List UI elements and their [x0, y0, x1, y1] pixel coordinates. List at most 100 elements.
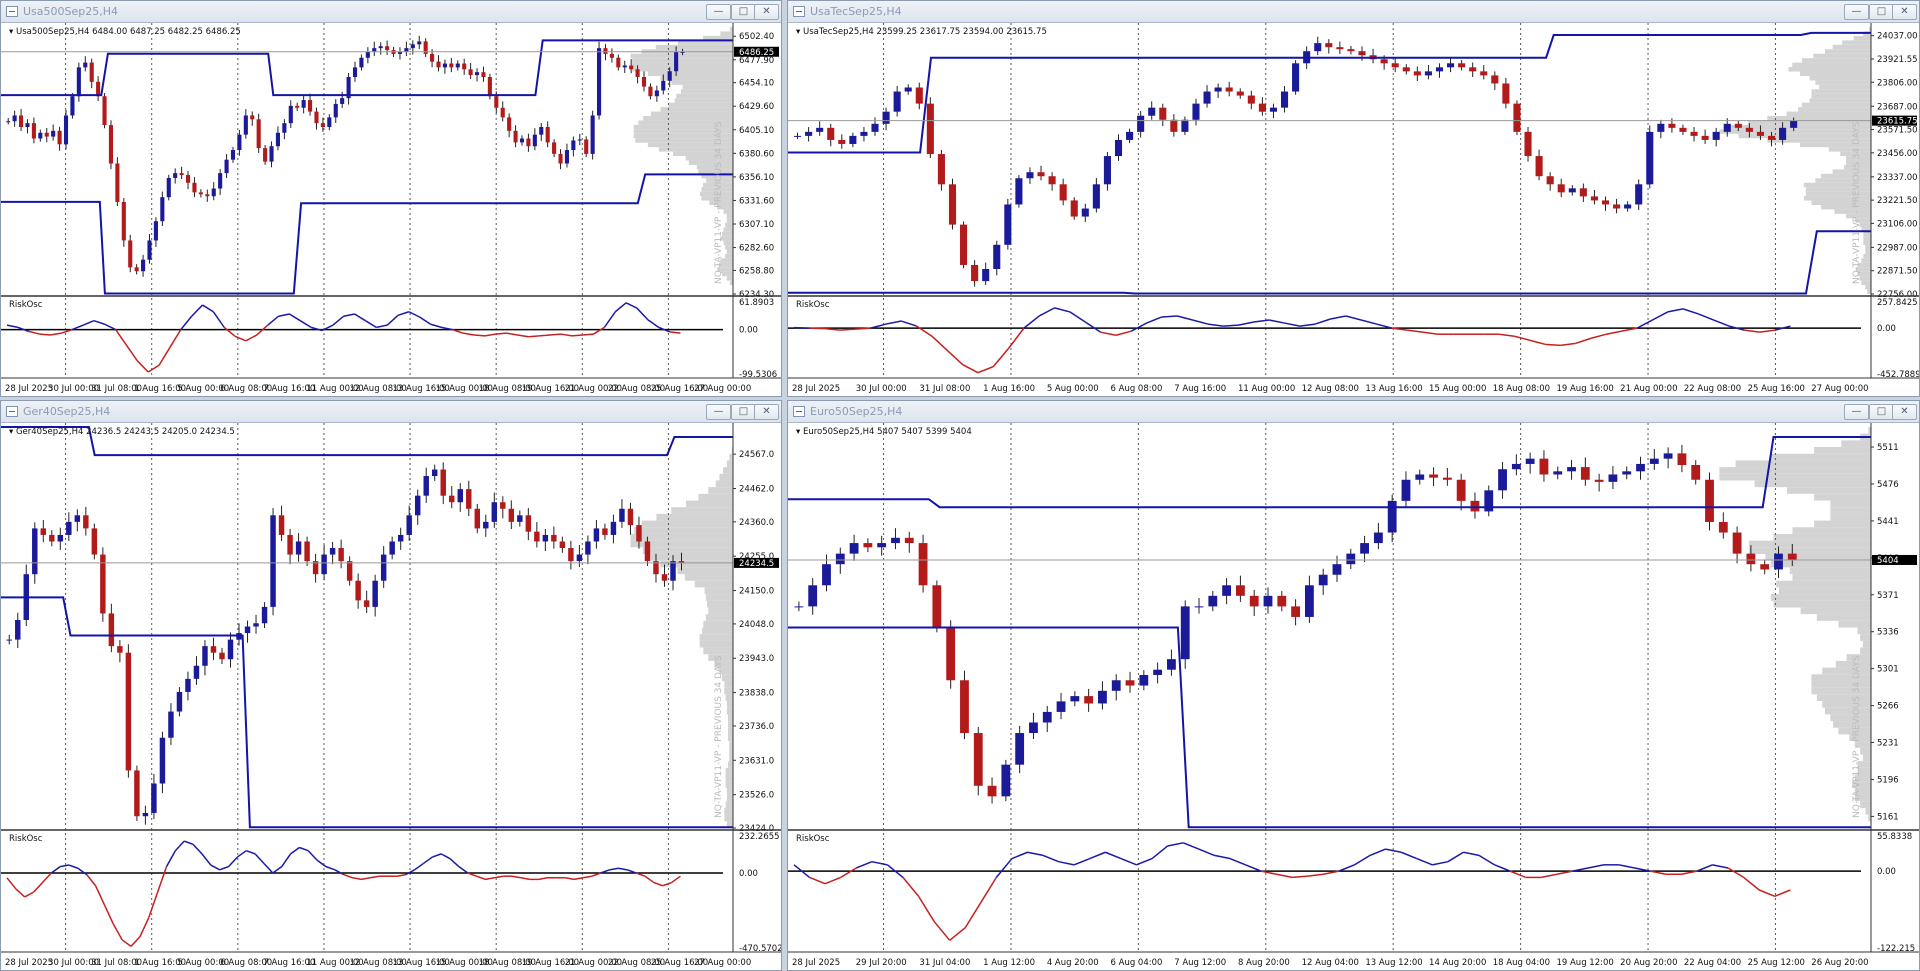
chart-canvas[interactable]: ▾ Ger40Sep25,H4 24236.5 24243.5 24205.0 … — [1, 423, 781, 970]
candle-body — [466, 489, 472, 509]
close-button[interactable]: ✕ — [1892, 4, 1917, 20]
minimize-button[interactable]: — — [706, 404, 731, 420]
time-tick-label: 28 Jul 2025 — [5, 958, 53, 968]
candle-body — [1402, 67, 1410, 72]
volume-bin — [684, 574, 733, 581]
close-button[interactable]: ✕ — [754, 404, 779, 420]
volume-bin — [1830, 714, 1871, 722]
upper-channel-line — [1, 39, 733, 97]
candle-body — [507, 117, 512, 131]
maximize-button[interactable]: □ — [1869, 404, 1894, 420]
candle-body — [205, 194, 210, 197]
candle-body — [622, 65, 627, 68]
oscillator-segment — [931, 335, 948, 351]
chart-window-ger40[interactable]: Ger40Sep25,H4 — □ ✕ ▾ Ger40Sep25,H4 2423… — [0, 400, 782, 971]
price-tick-label: 23943.0 — [739, 654, 774, 664]
oscillator-segment — [636, 307, 649, 321]
price-tick-label: 22987.00 — [1877, 243, 1918, 253]
candle-body — [871, 123, 879, 132]
oscillator-segment — [495, 332, 507, 335]
volume-bin — [1799, 71, 1871, 76]
candle-body — [346, 561, 353, 581]
candle-body — [1125, 680, 1135, 686]
chart-window-euro50[interactable]: Euro50Sep25,H4 — □ ✕ ▾ Euro50Sep25,H4 54… — [787, 400, 1920, 971]
volume-bin — [1822, 667, 1871, 675]
candle-body — [320, 123, 325, 127]
volume-bin — [699, 634, 733, 641]
close-button[interactable]: ✕ — [1892, 404, 1917, 420]
maximize-button[interactable]: □ — [731, 404, 756, 420]
oscillator-segment — [1292, 875, 1308, 879]
oscillator-segment — [476, 875, 486, 881]
oscillator-segment — [1299, 323, 1316, 327]
volume-bin — [1767, 116, 1871, 121]
oscillator-segment — [148, 891, 159, 918]
volume-bin — [724, 807, 733, 815]
oscillator-segment — [1229, 857, 1246, 866]
minimize-button[interactable]: — — [706, 4, 731, 20]
time-tick-label: 15 Aug 00:00 — [1429, 384, 1486, 394]
chart-window-usa500[interactable]: Usa500Sep25,H4 — □ ✕ ▾ Usa500Sep25,H4 64… — [0, 0, 782, 397]
volume-bin — [1792, 574, 1871, 581]
oscillator-segment — [855, 860, 873, 869]
time-tick-label: 19 Aug 12:00 — [1556, 958, 1613, 968]
candle-body — [1613, 204, 1621, 209]
minimize-button[interactable]: — — [1844, 404, 1869, 420]
close-button[interactable]: ✕ — [754, 4, 779, 20]
window-titlebar[interactable]: Usa500Sep25,H4 — □ ✕ — [1, 1, 781, 23]
candle-body — [256, 119, 261, 149]
maximize-button[interactable]: □ — [731, 4, 756, 20]
time-tick-label: 22 Aug 08:00 — [1684, 384, 1741, 394]
chart-canvas[interactable]: ▾ Euro50Sep25,H4 5407 5407 5399 5404 NQ-T… — [788, 423, 1919, 970]
candle-body — [576, 554, 583, 562]
volume-bin — [1865, 807, 1871, 815]
time-tick-label: 28 Jul 2025 — [792, 384, 840, 394]
volume-bin — [723, 227, 733, 232]
candle-body — [1070, 696, 1080, 702]
oscillator-segment — [60, 864, 70, 868]
volume-bin — [1788, 67, 1871, 72]
candle-body — [593, 528, 600, 542]
candle-body — [202, 646, 208, 666]
chart-info: ▾ Euro50Sep25,H4 5407 5407 5399 5404 — [796, 427, 972, 437]
oscillator-segment — [1713, 319, 1730, 327]
window-titlebar[interactable]: Euro50Sep25,H4 — □ ✕ — [788, 401, 1919, 423]
minimize-button[interactable]: — — [1844, 4, 1869, 20]
oscillator-segment — [528, 335, 540, 338]
candle-body — [1037, 172, 1045, 177]
maximize-button[interactable]: □ — [1869, 4, 1894, 20]
oscillator-segment — [1269, 319, 1285, 324]
oscillator-label: RiskOsc — [9, 300, 43, 310]
candle-body — [1358, 51, 1366, 56]
volume-bin — [1861, 258, 1871, 263]
oscillator-segment — [130, 936, 141, 947]
oscillator-segment — [24, 891, 34, 898]
oscillator-segment — [809, 327, 825, 330]
price-tick-label: 23526.0 — [739, 791, 774, 801]
chart-canvas[interactable]: ▾ Usa500Sep25,H4 6484.00 6487.25 6482.25… — [1, 23, 781, 396]
oscillator-segment — [1253, 319, 1270, 323]
oscillator-segment — [325, 865, 336, 871]
candles — [793, 36, 1798, 287]
candle-body — [1056, 701, 1066, 712]
volume-bin — [726, 213, 733, 219]
oscillator-segment — [1223, 324, 1239, 327]
candle-body — [513, 130, 518, 143]
candle-body — [66, 521, 72, 535]
current-price-label: 23615.75 — [1877, 117, 1918, 127]
oscillator-segment — [506, 332, 518, 336]
window-titlebar[interactable]: Ger40Sep25,H4 — □ ✕ — [1, 401, 781, 423]
window-titlebar[interactable]: UsaTecSep25,H4 — □ ✕ — [788, 1, 1919, 23]
candle-body — [397, 534, 404, 542]
time-tick-label: 11 Aug 00:00 — [1238, 384, 1295, 394]
candle-body — [121, 201, 126, 241]
volume-bin — [729, 747, 733, 755]
volume-bin — [724, 814, 733, 822]
oscillator-segment — [1759, 329, 1776, 333]
volume-bin — [1719, 473, 1871, 481]
price-tick-label: 6454.10 — [739, 79, 774, 89]
chart-canvas[interactable]: ▾ UsaTecSep25,H4 23599.25 23617.75 23594… — [788, 23, 1919, 396]
chart-window-usatec[interactable]: UsaTecSep25,H4 — □ ✕ ▾ UsaTecSep25,H4 23… — [787, 0, 1920, 397]
oscillator-segment — [1447, 851, 1464, 863]
candle-body — [457, 489, 463, 503]
